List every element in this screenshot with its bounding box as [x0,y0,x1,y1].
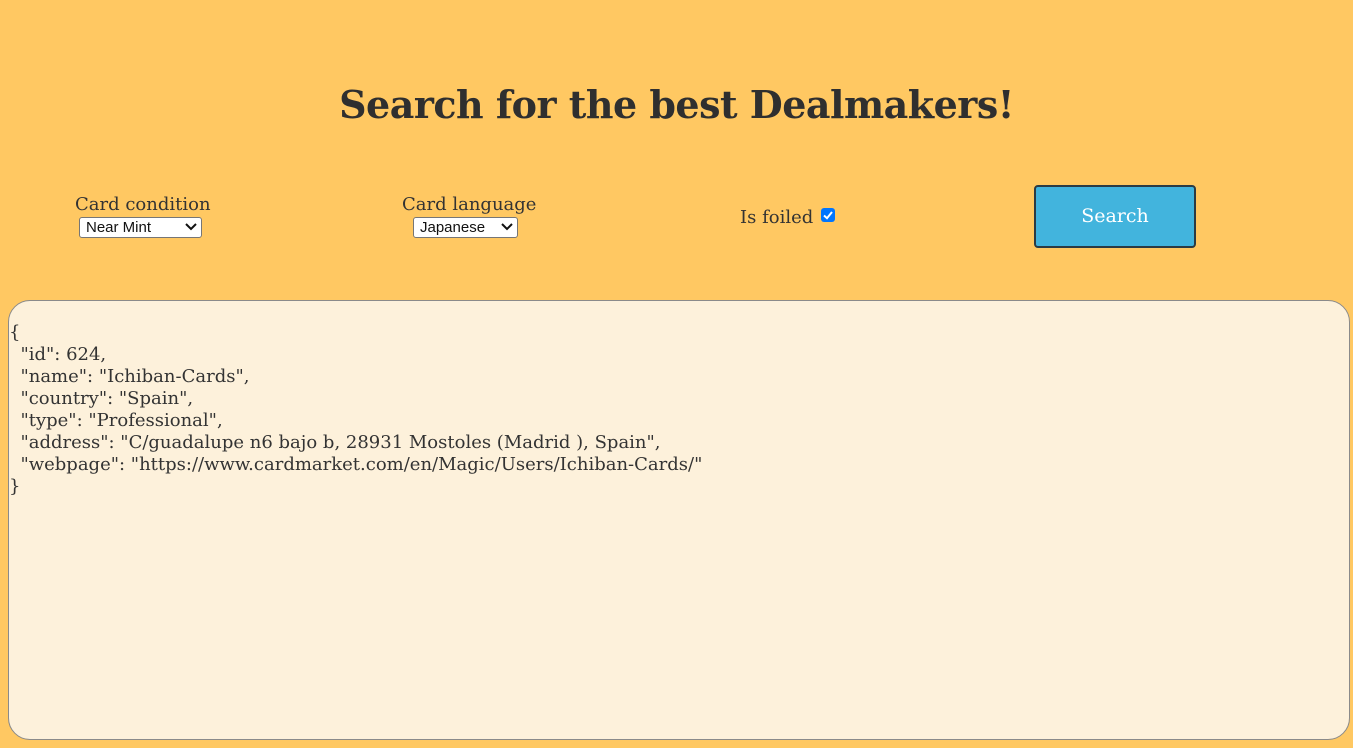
is-foiled-label: Is foiled [740,207,814,228]
page: Search for the best Dealmakers! Card con… [0,0,1353,748]
chevron-down-icon [185,223,197,231]
card-language-label: Card language [402,194,537,215]
page-title: Search for the best Dealmakers! [339,82,1014,127]
result-textarea[interactable]: { "id": 624, "name": "Ichiban-Cards", "c… [8,300,1350,740]
chevron-down-icon [501,223,513,231]
card-language-value: Japanese [420,219,486,236]
card-condition-select[interactable]: Near Mint [79,217,202,238]
result-json: { "id": 624, "name": "Ichiban-Cards", "c… [9,322,703,497]
checkmark-icon [823,211,833,220]
is-foiled-checkbox[interactable] [821,208,835,222]
card-condition-value: Near Mint [86,219,152,236]
search-button[interactable]: Search [1034,185,1196,248]
card-condition-label: Card condition [75,194,211,215]
card-language-select[interactable]: Japanese [413,217,518,238]
